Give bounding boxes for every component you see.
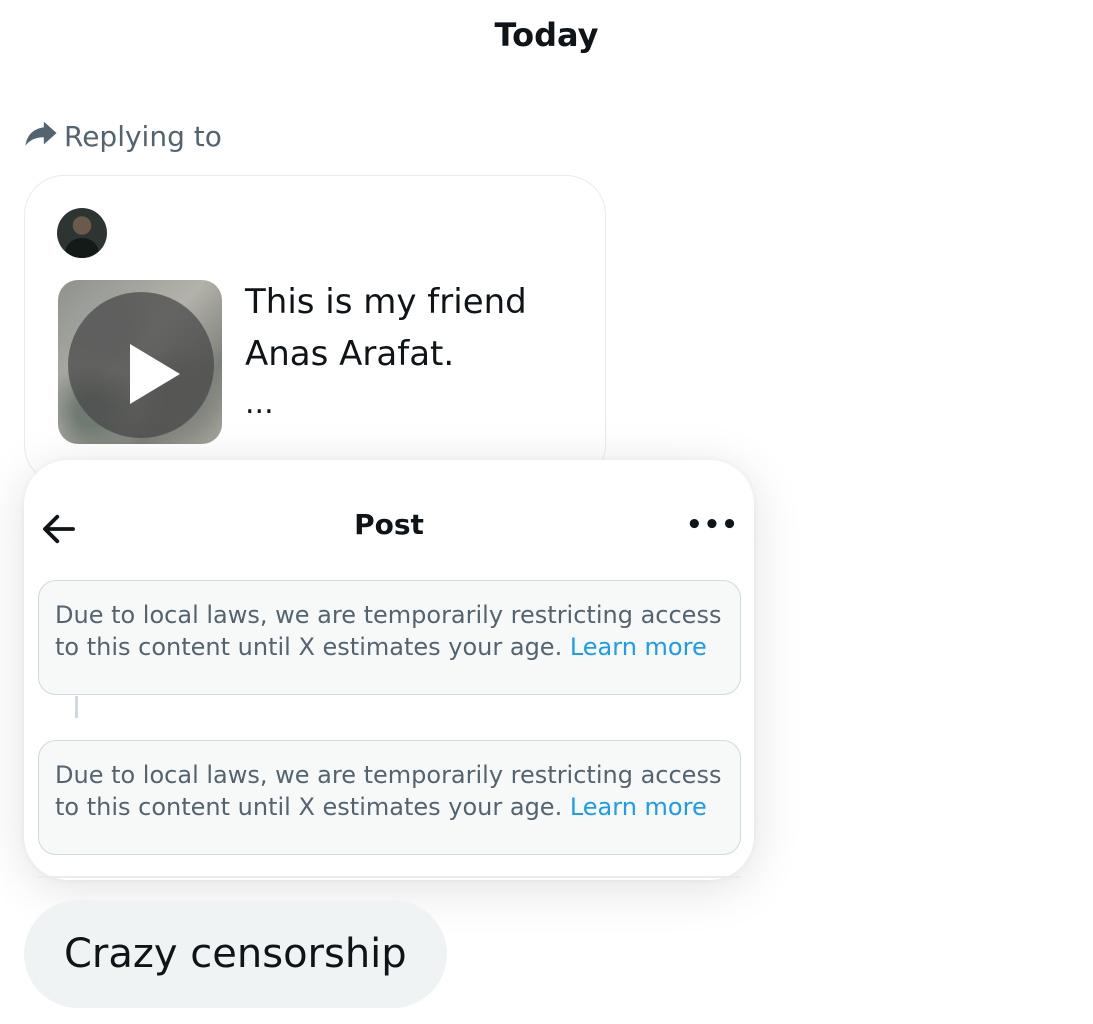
learn-more-link[interactable]: Learn more: [570, 793, 707, 821]
more-horizontal-icon[interactable]: •••: [686, 510, 738, 540]
video-thumbnail[interactable]: [58, 280, 222, 444]
thread-connector-line: [75, 696, 78, 718]
date-header: Today: [494, 16, 599, 54]
quoted-post-text: This is my friend Anas Arafat.: [245, 282, 527, 374]
post-panel: Post ••• Due to local laws, we are tempo…: [24, 460, 754, 880]
quoted-post-card[interactable]: This is my friend Anas Arafat. ...: [24, 175, 606, 485]
message-bubble[interactable]: Crazy censorship: [24, 900, 447, 1008]
reply-arrow-icon: [24, 116, 58, 157]
post-title: Post: [354, 508, 424, 541]
replying-to-text: Replying to: [64, 120, 222, 153]
restriction-notice: Due to local laws, we are temporarily re…: [38, 740, 741, 855]
replying-to-label: Replying to: [24, 116, 222, 157]
quoted-post-ellipsis: ...: [245, 386, 274, 421]
play-button[interactable]: [68, 292, 214, 438]
divider: [38, 876, 741, 878]
learn-more-link[interactable]: Learn more: [570, 633, 707, 661]
play-icon: [130, 344, 180, 404]
avatar[interactable]: [57, 208, 107, 258]
restriction-notice: Due to local laws, we are temporarily re…: [38, 580, 741, 695]
